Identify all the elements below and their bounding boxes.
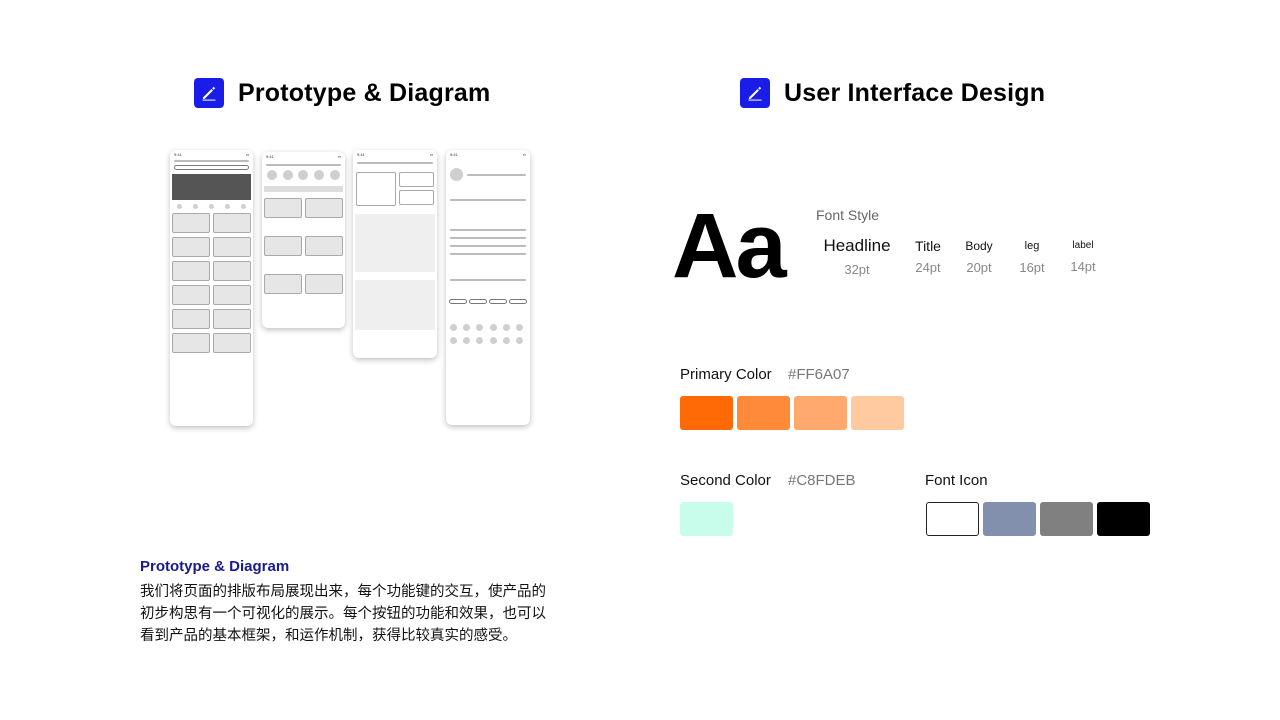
type-name: leg [1024,240,1040,252]
primary-swatch-2 [737,396,790,430]
type-size: 14pt [1070,259,1096,274]
type-name: Headline [823,236,891,255]
primary-color-hex: #FF6A07 [788,366,850,383]
edit-pencil-icon [740,78,770,108]
wireframe-profile: 9:41 ▪▪ [446,150,530,425]
type-size: 20pt [966,260,992,275]
primary-swatch-3 [794,396,847,430]
prototype-description: 我们将页面的排版布局展现出来，每个功能键的交互，使产品的初步构思有一个可视化的展… [140,584,546,644]
type-headline: Headline 32pt [820,236,894,277]
font-style-title: Font Style [816,207,880,223]
font-icon-swatch-4 [1097,502,1150,536]
type-label: label 14pt [1064,240,1102,274]
primary-swatch-1 [680,396,733,430]
ui-design-heading: User Interface Design [740,78,1045,108]
prototype-heading-text: Prototype & Diagram [238,78,491,107]
edit-pencil-icon [194,78,224,108]
primary-color-label: Primary Color [680,366,772,383]
type-name: Title [915,238,941,254]
prototype-heading: Prototype & Diagram [194,78,490,108]
wireframe-home: 9:41 ▪▪ [170,150,253,426]
font-icon-swatch-1 [926,502,979,536]
type-title: Title 24pt [908,238,948,275]
type-size: 32pt [844,262,870,277]
ui-design-heading-text: User Interface Design [784,78,1046,107]
wireframe-follow: 9:41 ▪▪ [262,152,345,328]
type-body: Body 20pt [960,239,998,275]
type-size: 16pt [1019,260,1045,275]
type-size: 24pt [915,260,941,275]
font-icon-label: Font Icon [925,472,988,489]
primary-swatch-4 [851,396,904,430]
font-sample-glyph: Aa [672,195,787,297]
second-color-label: Second Color [680,472,771,489]
font-icon-swatch-2 [983,502,1036,536]
second-color-hex: #C8FDEB [788,472,856,489]
wireframe-battle: 9:41 ▪▪ [353,150,437,358]
prototype-section-label: Prototype & Diagram [140,558,290,575]
second-swatch-1 [680,502,733,536]
font-icon-swatch-3 [1040,502,1093,536]
type-name: label [1072,240,1094,251]
type-name: Body [965,239,993,253]
type-leg: leg 16pt [1014,240,1050,275]
